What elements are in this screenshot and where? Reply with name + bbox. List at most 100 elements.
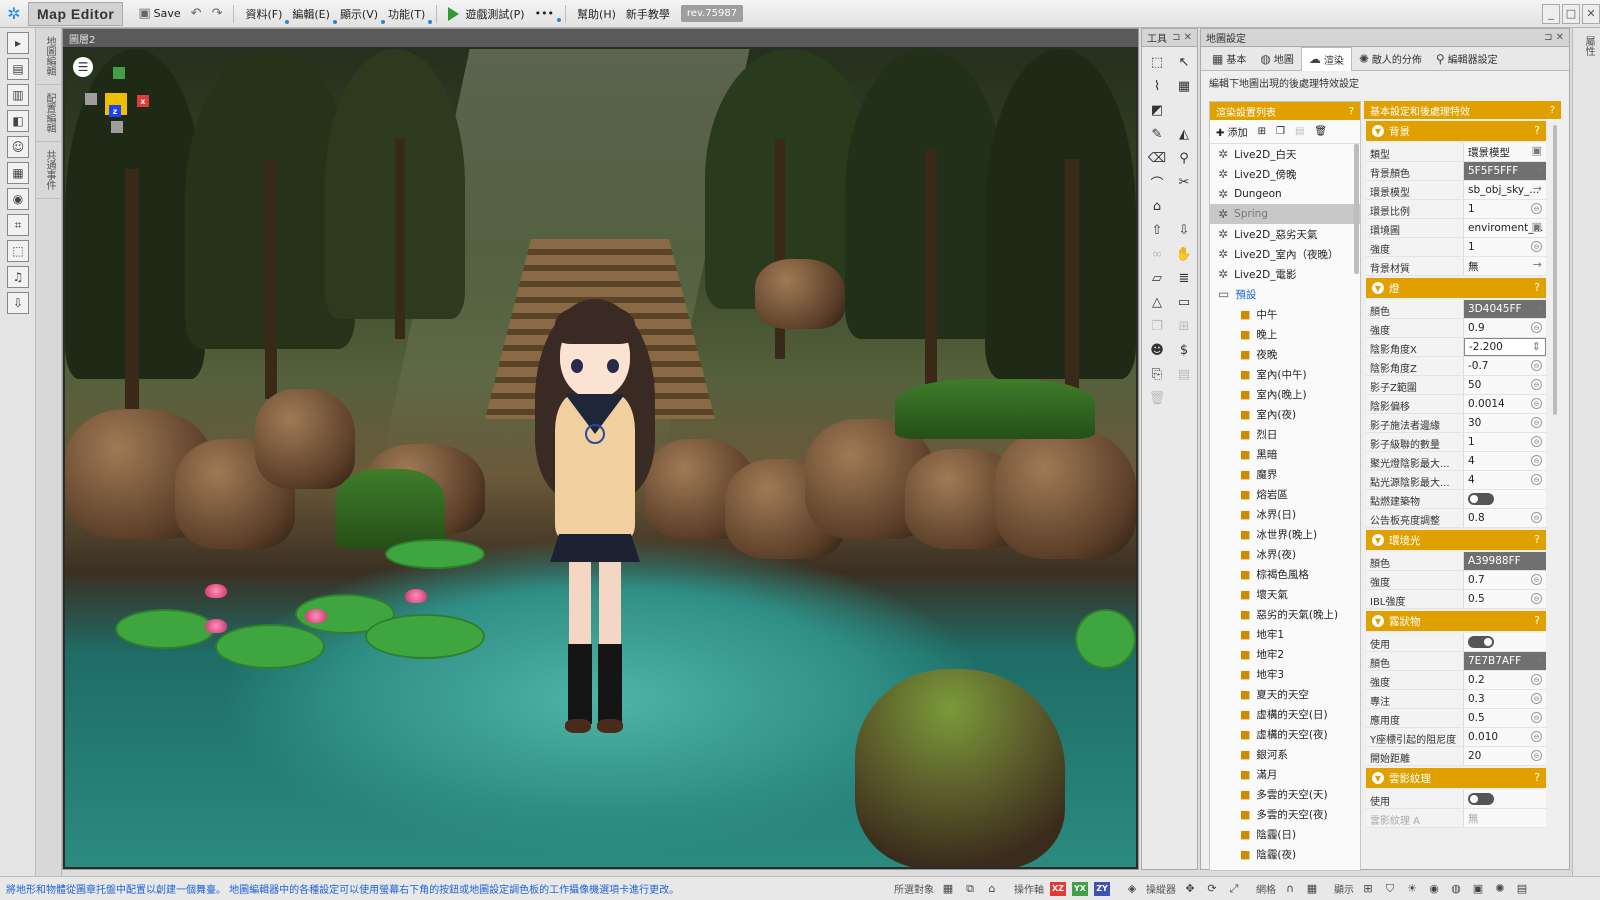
preset-item[interactable]: ■ 地牢1 xyxy=(1210,624,1360,644)
preset-item[interactable]: ■ 壞天氣 xyxy=(1210,584,1360,604)
property-value-cell[interactable]: 50 ⊖ xyxy=(1464,376,1546,394)
preset-item[interactable]: ■ 陰霾(日) xyxy=(1210,824,1360,844)
preset-item[interactable]: ■ 棕褐色風格 xyxy=(1210,564,1360,584)
globe-icon[interactable]: ◍ xyxy=(1448,881,1464,897)
property-value-cell[interactable]: 5F5F5FFF → xyxy=(1464,162,1546,180)
coin-icon[interactable]: $ xyxy=(1172,339,1196,361)
reset-icon[interactable]: ⊖ xyxy=(1531,398,1542,409)
save-button[interactable]: ▣ Save xyxy=(133,3,185,24)
scissors-icon[interactable]: ✂ xyxy=(1172,171,1196,193)
grid-display-icon[interactable]: ⊞ xyxy=(1360,881,1376,897)
duplicate-icon[interactable]: ❐ xyxy=(1276,126,1285,137)
brush-icon[interactable]: ⌒ xyxy=(1145,171,1169,193)
clipboard-icon[interactable]: ▤ xyxy=(1172,363,1196,385)
light-icon[interactable]: ☀ xyxy=(1404,881,1420,897)
rotate-icon[interactable]: ⟳ xyxy=(1204,881,1220,897)
reset-icon[interactable]: ⊖ xyxy=(1531,712,1542,723)
render-list-scrollbar[interactable] xyxy=(1354,144,1359,274)
property-value-cell[interactable]: 1 ⊖ xyxy=(1464,433,1546,451)
move-icon[interactable]: ✥ xyxy=(1182,881,1198,897)
paste-icon[interactable]: ▤ xyxy=(1295,126,1304,137)
box-icon[interactable]: ▭ xyxy=(1172,291,1196,313)
reset-icon[interactable]: ⊖ xyxy=(1531,360,1542,371)
property-section-header[interactable]: ▼ 霧狀物? xyxy=(1366,611,1546,631)
preset-item[interactable]: ■ 虛構的天空(日) xyxy=(1210,704,1360,724)
toggle-switch[interactable] xyxy=(1468,793,1494,805)
reset-icon[interactable]: ⊖ xyxy=(1531,203,1542,214)
help-icon[interactable]: ? xyxy=(1534,772,1540,784)
sound-icon[interactable]: ◉ xyxy=(1426,881,1442,897)
property-value-cell[interactable]: 無 → xyxy=(1464,257,1546,275)
property-value-cell[interactable]: 0.0014 ⊖ xyxy=(1464,395,1546,413)
property-value-cell[interactable]: -2.200 ⇕ xyxy=(1464,338,1546,356)
property-value-cell[interactable]: enviroment_... ▣ xyxy=(1464,219,1546,237)
reset-icon[interactable]: ⊖ xyxy=(1531,750,1542,761)
collapse-icon[interactable]: ▸ xyxy=(7,32,29,54)
property-value-cell[interactable]: sb_obj_sky_... → xyxy=(1464,181,1546,199)
gizmo-z-axis[interactable]: z xyxy=(109,105,121,117)
property-value-cell[interactable] xyxy=(1464,790,1546,808)
render-setting-item[interactable]: ✲ Live2D_室內（夜晚） xyxy=(1210,244,1360,264)
reset-icon[interactable]: ⊖ xyxy=(1531,474,1542,485)
trash-icon[interactable]: 🗑 xyxy=(1145,387,1169,409)
lasso-icon[interactable]: ⌇ xyxy=(1145,75,1169,97)
render-setting-item[interactable]: ✲ Live2D_白天 xyxy=(1210,144,1360,164)
copy-icon[interactable]: ❐ xyxy=(1145,315,1169,337)
property-value-cell[interactable] xyxy=(1464,490,1546,508)
scene-render[interactable]: ☰ x z xyxy=(65,49,1136,867)
shield-icon[interactable]: ⛉ xyxy=(1382,881,1398,897)
grid-icon[interactable]: ▦ xyxy=(1304,881,1320,897)
preset-item[interactable]: ■ 滿月 xyxy=(1210,764,1360,784)
tab-basic[interactable]: ▦ 基本 xyxy=(1205,47,1253,71)
panel-pin-close-icon[interactable]: ⊐ ✕ xyxy=(1544,32,1564,43)
gizmo-neg-x[interactable] xyxy=(85,93,97,105)
help-icon[interactable]: ? xyxy=(1534,615,1540,627)
property-value-cell[interactable]: 4 ⊖ xyxy=(1464,452,1546,470)
plane-icon[interactable]: ▱ xyxy=(1145,267,1169,289)
arrow-right-icon[interactable]: → xyxy=(1533,182,1542,195)
block-tool-icon[interactable]: ◧ xyxy=(7,110,29,132)
playtest-button[interactable]: 遊戲測試(P) xyxy=(443,3,529,25)
preset-item[interactable]: ■ 多雲的天空(夜) xyxy=(1210,804,1360,824)
reset-icon[interactable]: ⊖ xyxy=(1531,417,1542,428)
render-setting-item[interactable]: ✲ Live2D_惡劣天氣 xyxy=(1210,224,1360,244)
preset-item[interactable]: ■ 銀河系 xyxy=(1210,744,1360,764)
property-value-cell[interactable] xyxy=(1464,633,1546,651)
gizmo-y-axis[interactable] xyxy=(113,67,125,79)
live2d-character[interactable] xyxy=(535,289,655,749)
reset-icon[interactable]: ⊖ xyxy=(1531,455,1542,466)
menu-help[interactable]: 幫助(H) xyxy=(572,3,621,25)
property-value-cell[interactable]: 1 ⊖ xyxy=(1464,238,1546,256)
property-value-cell[interactable]: 0.9 ⊖ xyxy=(1464,319,1546,337)
property-value-cell[interactable]: 0.3 ⊖ xyxy=(1464,690,1546,708)
reset-icon[interactable]: ⊖ xyxy=(1531,512,1542,523)
grid-select-icon[interactable]: ▦ xyxy=(1172,75,1196,97)
tab-placement-edit[interactable]: 配置編輯 xyxy=(36,85,63,142)
property-value-cell[interactable]: 30 ⊖ xyxy=(1464,414,1546,432)
tab-common-events[interactable]: 共通事件 xyxy=(36,142,63,199)
gizmo-x-axis[interactable]: x xyxy=(137,95,149,107)
property-value-cell[interactable]: 環景模型 ▣ xyxy=(1464,143,1546,161)
property-value-cell[interactable]: 1 ⊖ xyxy=(1464,200,1546,218)
toggle-switch[interactable] xyxy=(1468,636,1494,648)
property-value-cell[interactable]: 0.5 ⊖ xyxy=(1464,590,1546,608)
property-value-cell[interactable]: 7E7B7AFF → xyxy=(1464,652,1546,670)
delete-icon[interactable]: 🗑 xyxy=(1314,126,1327,137)
hand-icon[interactable]: ✋ xyxy=(1172,243,1196,265)
preset-item[interactable]: ■ 夏天的天空 xyxy=(1210,684,1360,704)
menu-file[interactable]: 資料(F) xyxy=(240,3,290,25)
property-value-cell[interactable]: 0.8 ⊖ xyxy=(1464,509,1546,527)
property-value-cell[interactable]: 3D4045FF → xyxy=(1464,300,1546,318)
help-icon[interactable]: ? xyxy=(1349,106,1354,117)
magnet-icon[interactable]: ∩ xyxy=(1282,881,1298,897)
preset-item[interactable]: ■ 熔岩區 xyxy=(1210,484,1360,504)
minimize-icon[interactable]: _ xyxy=(1542,3,1560,24)
new-folder-icon[interactable]: ⊞ xyxy=(1258,126,1266,137)
preset-item[interactable]: ■ 烈日 xyxy=(1210,424,1360,444)
menu-edit[interactable]: 編輯(E) xyxy=(287,3,337,25)
pencil-icon[interactable]: ✎ xyxy=(1145,123,1169,145)
browse-icon[interactable]: ▣ xyxy=(1532,220,1542,233)
preset-item[interactable]: ■ 室內(夜) xyxy=(1210,404,1360,424)
preset-folder[interactable]: ▭ 預設 xyxy=(1210,284,1360,304)
gizmo-icon[interactable]: ◈ xyxy=(1124,881,1140,897)
